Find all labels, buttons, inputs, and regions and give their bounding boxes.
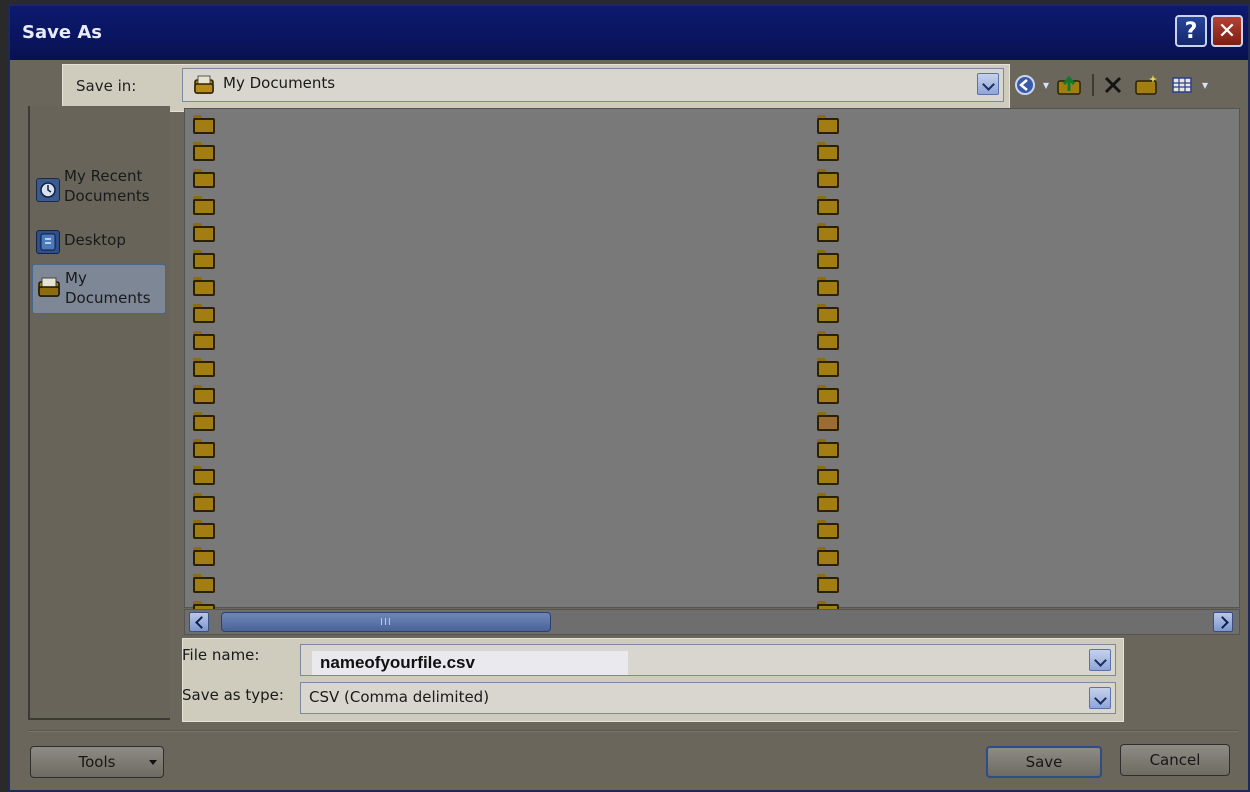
folder-icon[interactable]	[193, 520, 215, 539]
chevron-down-icon[interactable]	[977, 73, 999, 95]
my-documents-icon	[193, 74, 215, 100]
place-label: My Documents	[65, 269, 151, 307]
folder-icon[interactable]	[193, 358, 215, 377]
save-in-label: Save in:	[76, 77, 137, 95]
save-label: Save	[1025, 753, 1063, 771]
folder-icon[interactable]	[193, 412, 215, 431]
horizontal-scrollbar[interactable]: III	[184, 609, 1240, 635]
back-dropdown-icon[interactable]: ▾	[1040, 72, 1052, 98]
save-in-dropdown[interactable]: My Documents	[182, 68, 1004, 102]
place-label: Desktop	[64, 231, 126, 249]
folder-icon[interactable]	[193, 250, 215, 269]
scrollbar-grip: III	[380, 617, 392, 628]
file-list-column	[193, 115, 217, 628]
recent-documents-icon	[36, 178, 60, 202]
close-button[interactable]: ✕	[1211, 15, 1243, 47]
folder-icon[interactable]	[817, 142, 839, 161]
place-desktop[interactable]: Desktop	[32, 226, 166, 256]
new-folder-icon[interactable]	[1132, 72, 1162, 98]
folder-icon[interactable]	[817, 466, 839, 485]
cancel-label: Cancel	[1149, 751, 1201, 769]
save-as-type-label: Save as type:	[182, 686, 284, 704]
place-label: My Recent Documents	[64, 167, 150, 205]
scroll-left-button[interactable]	[189, 612, 209, 632]
save-as-type-value: CSV (Comma delimited)	[309, 688, 490, 706]
chevron-down-icon[interactable]	[1089, 649, 1111, 671]
place-my-recent-documents[interactable]: My Recent Documents	[32, 166, 166, 212]
folder-icon[interactable]	[817, 250, 839, 269]
back-icon[interactable]	[1012, 72, 1038, 98]
folder-icon[interactable]	[817, 331, 839, 350]
folder-icon[interactable]	[817, 277, 839, 296]
chevron-down-icon[interactable]	[1089, 687, 1111, 709]
chevron-down-icon	[149, 760, 157, 765]
folder-icon[interactable]	[817, 547, 839, 566]
folder-icon[interactable]	[817, 304, 839, 323]
folder-icon[interactable]	[193, 223, 215, 242]
folder-icon[interactable]	[817, 223, 839, 242]
folder-icon[interactable]	[193, 466, 215, 485]
folder-icon[interactable]	[193, 385, 215, 404]
views-dropdown-icon[interactable]: ▾	[1198, 72, 1212, 98]
folder-icon[interactable]	[817, 520, 839, 539]
file-list-column	[817, 115, 841, 628]
my-documents-icon	[37, 275, 61, 299]
window-title: Save As	[22, 22, 102, 43]
scrollbar-thumb[interactable]: III	[221, 612, 551, 632]
title-bar[interactable]: Save As ? ✕	[10, 6, 1248, 60]
folder-icon[interactable]	[193, 331, 215, 350]
places-bar: My Recent Documents Desktop My Documents	[28, 106, 170, 720]
folder-icon[interactable]	[193, 196, 215, 215]
tools-button[interactable]: Tools	[30, 746, 164, 778]
folder-icon[interactable]	[817, 385, 839, 404]
folder-icon[interactable]	[817, 169, 839, 188]
folder-icon[interactable]	[193, 169, 215, 188]
divider	[28, 730, 1238, 732]
folder-icon[interactable]	[193, 493, 215, 512]
views-icon[interactable]	[1168, 72, 1198, 98]
folder-icon[interactable]	[193, 574, 215, 593]
save-as-dialog: Save As ? ✕ Save in: My Documents ▾ ▾ My…	[8, 4, 1250, 792]
up-folder-icon[interactable]	[1054, 72, 1084, 98]
folder-icon[interactable]	[817, 493, 839, 512]
scroll-right-button[interactable]	[1213, 612, 1233, 632]
desktop-icon	[36, 230, 60, 254]
file-name-label: File name:	[182, 646, 260, 664]
folder-icon[interactable]	[817, 574, 839, 593]
save-in-value: My Documents	[223, 74, 336, 92]
folder-icon[interactable]	[193, 115, 215, 134]
place-my-documents[interactable]: My Documents	[32, 264, 166, 314]
folder-icon[interactable]	[193, 304, 215, 323]
folder-icon[interactable]	[817, 412, 839, 431]
folder-icon[interactable]	[193, 547, 215, 566]
file-list[interactable]	[184, 108, 1240, 620]
delete-icon[interactable]	[1100, 72, 1126, 98]
folder-icon[interactable]	[817, 439, 839, 458]
folder-icon[interactable]	[817, 358, 839, 377]
toolbar-separator	[1090, 72, 1096, 98]
folder-icon[interactable]	[193, 142, 215, 161]
help-button[interactable]: ?	[1175, 15, 1207, 47]
folder-icon[interactable]	[193, 439, 215, 458]
save-as-type-dropdown[interactable]: CSV (Comma delimited)	[300, 682, 1116, 714]
cancel-button[interactable]: Cancel	[1120, 744, 1230, 776]
file-name-value: nameofyourfile.csv	[320, 653, 475, 672]
save-button[interactable]: Save	[986, 746, 1102, 778]
folder-icon[interactable]	[193, 277, 215, 296]
tools-label: Tools	[78, 753, 116, 771]
folder-icon[interactable]	[817, 196, 839, 215]
folder-icon[interactable]	[817, 115, 839, 134]
